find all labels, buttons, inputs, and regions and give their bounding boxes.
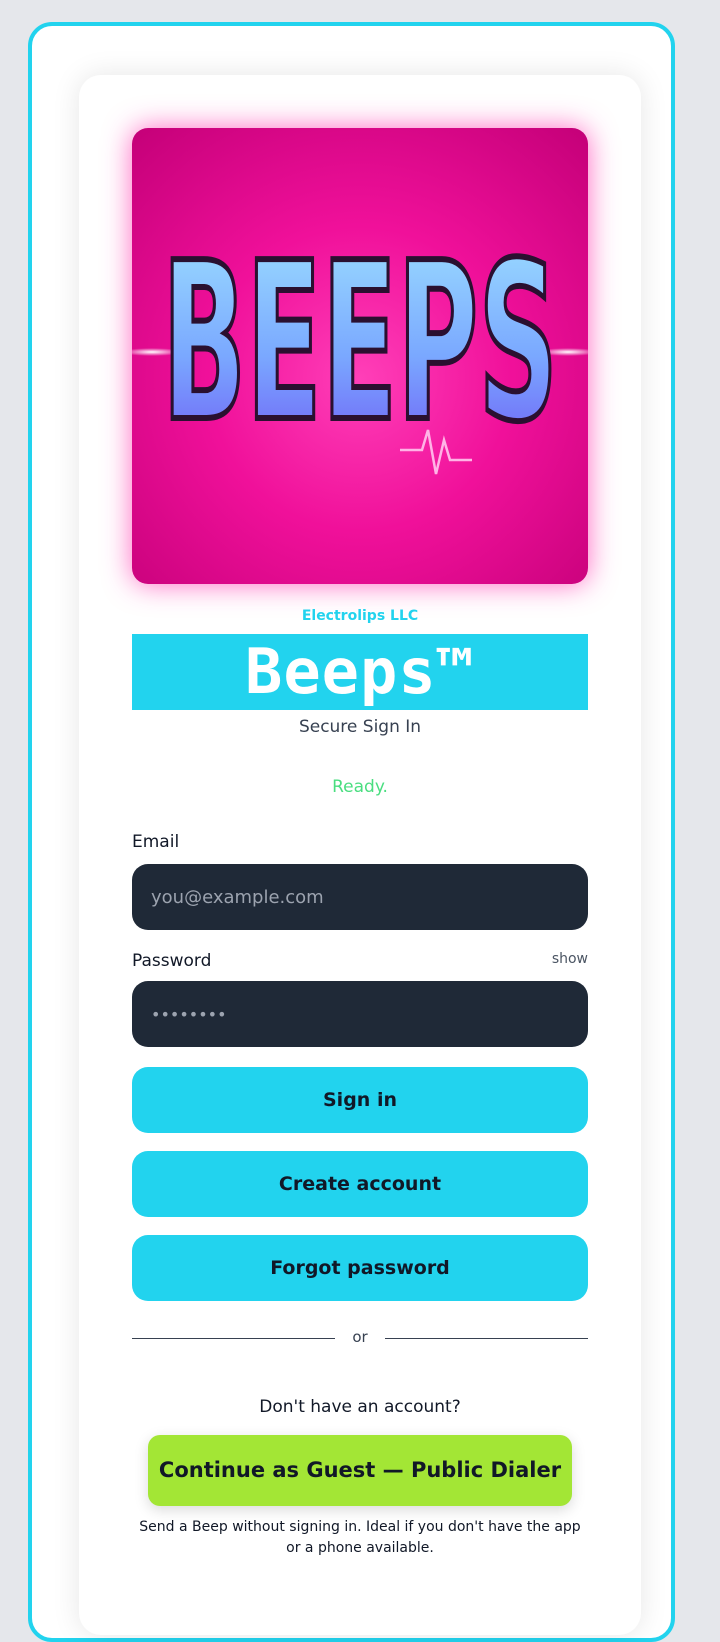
logo-text: BEEPS [162,217,558,470]
sign-in-button[interactable]: Sign in [132,1067,588,1133]
email-field[interactable] [132,864,588,930]
email-label: Email [132,832,180,852]
app-logo: BEEPS [132,128,588,584]
forgot-password-button[interactable]: Forgot password [132,1235,588,1301]
password-field[interactable] [132,981,588,1047]
status-message: Ready. [332,777,388,797]
show-password-toggle[interactable]: show [552,951,588,967]
page-subtitle: Secure Sign In [298,717,422,737]
app-title: Beeps™ [132,634,588,710]
divider-line-right [385,1338,588,1339]
divider-or: or [352,1328,368,1346]
divider-line-left [132,1338,335,1339]
no-account-prompt: Don't have an account? [259,1397,461,1417]
guest-note: Send a Beep without signing in. Ideal if… [139,1519,581,1556]
create-account-button[interactable]: Create account [132,1151,588,1217]
company-name: Electrolips LLC [301,608,419,624]
continue-as-guest-button[interactable]: Continue as Guest — Public Dialer [148,1435,572,1506]
password-label: Password [132,951,212,971]
